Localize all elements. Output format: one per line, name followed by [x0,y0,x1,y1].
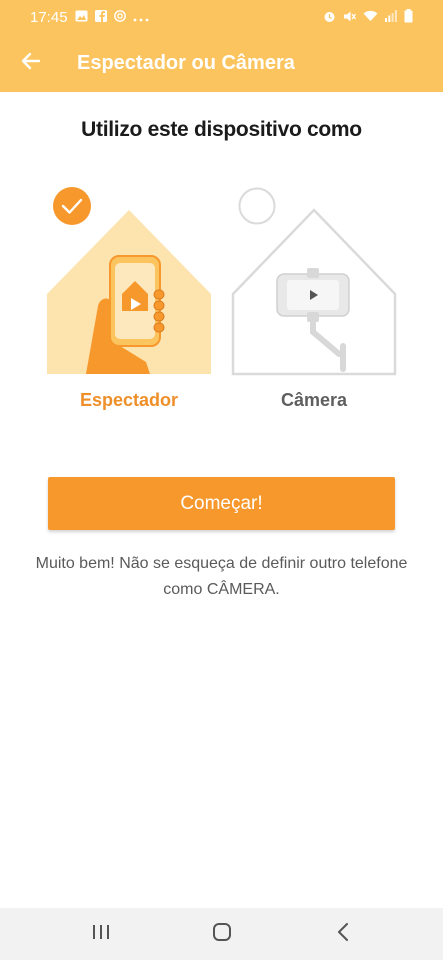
back-button[interactable] [0,34,62,92]
nav-back-button[interactable] [323,914,363,954]
battery-icon [404,9,413,25]
status-bar: 17:45 [0,0,443,34]
mute-icon [343,10,357,25]
status-time: 17:45 [30,8,68,26]
wifi-icon [363,10,378,24]
system-nav-bar [0,908,443,960]
gallery-icon [75,10,88,24]
hint-text: Muito bem! Não se esqueça de definir out… [35,555,408,598]
home-icon [212,922,232,947]
recent-apps-button[interactable] [81,914,121,954]
back-icon [337,922,349,946]
app-bar: Espectador ou Câmera [0,34,443,92]
option-camera-label: Câmera [280,390,348,410]
alarm-icon [323,10,336,25]
checkmark-icon [53,187,91,225]
home-button[interactable] [202,914,242,954]
instagram-icon [113,10,126,24]
option-viewer[interactable]: Espectador [46,186,212,418]
option-camera[interactable]: Câmera [231,186,397,418]
more-icon [133,11,149,24]
radio-circle-icon [238,187,276,225]
status-left: 17:45 [30,9,149,26]
page-title: Espectador ou Câmera [77,51,295,74]
signal-icon [385,10,397,24]
recent-apps-icon [92,924,110,945]
start-button[interactable]: Começar! [48,477,395,530]
status-right [323,9,413,25]
option-viewer-label: Espectador [79,390,179,410]
question-heading: Utilizo este dispositivo como [81,118,362,141]
arrow-left-icon [21,52,41,75]
facebook-icon [94,10,107,24]
